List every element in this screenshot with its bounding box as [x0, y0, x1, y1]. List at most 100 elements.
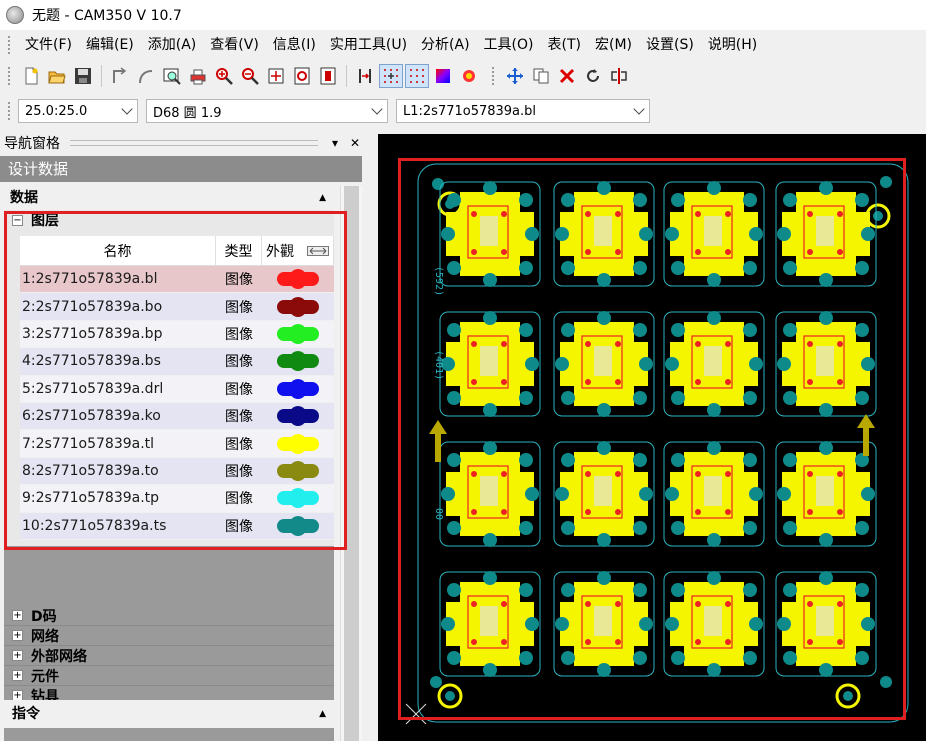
open-folder-icon[interactable] — [45, 64, 69, 88]
layer-select[interactable]: L1:2s771o57839a.bl — [396, 99, 650, 123]
layer-look-cell[interactable] — [262, 348, 334, 374]
layer-row[interactable]: 10:2s771o57839a.ts 图像 — [20, 512, 334, 540]
pin-dropdown-icon[interactable]: ▾ — [328, 136, 342, 150]
menu-utilities[interactable]: 实用工具(U) — [323, 32, 414, 58]
combobar-grip-icon[interactable] — [8, 102, 12, 120]
dcodes-node[interactable]: + D码 — [4, 606, 334, 626]
zoom-in-icon[interactable] — [212, 64, 236, 88]
layer-look-cell[interactable] — [262, 376, 334, 402]
print-icon[interactable] — [186, 64, 210, 88]
commands-section-header[interactable]: 指令 ▲ — [4, 700, 334, 728]
layer-row[interactable]: 7:2s771o57839a.tl 图像 — [20, 430, 334, 458]
layer-color-swatch[interactable] — [277, 515, 319, 536]
scrollbar-thumb[interactable] — [344, 186, 359, 741]
redraw-icon[interactable] — [290, 64, 314, 88]
layer-look-cell[interactable] — [262, 403, 334, 429]
menu-analysis[interactable]: 分析(A) — [414, 32, 477, 58]
nets-node[interactable]: + 网络 — [4, 626, 334, 646]
layer-look-cell[interactable] — [262, 321, 334, 347]
layer-row[interactable]: 5:2s771o57839a.drl 图像 — [20, 375, 334, 403]
layer-look-cell[interactable] — [262, 293, 334, 319]
layers-node[interactable]: − 图层 — [4, 210, 334, 230]
layer-row[interactable]: 8:2s771o57839a.to 图像 — [20, 457, 334, 486]
undo-icon[interactable] — [108, 64, 132, 88]
unit-pad — [447, 651, 461, 665]
layer-color-swatch[interactable] — [277, 269, 319, 290]
layer-look-cell[interactable] — [262, 513, 334, 539]
column-look-header[interactable]: 外觀 — [262, 236, 334, 265]
column-type-header[interactable]: 类型 — [216, 236, 262, 265]
zoom-window-icon[interactable] — [160, 64, 184, 88]
app-logo-icon — [6, 6, 24, 24]
toolbar-grip-icon[interactable] — [8, 67, 12, 85]
expand-plus-icon[interactable]: + — [12, 650, 23, 661]
layer-row[interactable]: 4:2s771o57839a.bs 图像 — [20, 348, 334, 376]
layer-color-swatch[interactable] — [277, 351, 319, 372]
flash-icon[interactable] — [457, 64, 481, 88]
grid-dots-icon[interactable] — [405, 64, 429, 88]
collapse-up-icon[interactable]: ▲ — [319, 700, 326, 728]
menubar-grip-icon[interactable] — [8, 36, 12, 54]
rotate-icon[interactable] — [581, 64, 605, 88]
pane-drag-grip[interactable] — [70, 140, 318, 146]
layer-color-swatch[interactable] — [277, 460, 319, 481]
menu-file[interactable]: 文件(F) — [18, 32, 79, 58]
menu-settings[interactable]: 设置(S) — [639, 32, 701, 58]
layer-row[interactable]: 2:2s771o57839a.bo 图像 — [20, 293, 334, 321]
dcode-select[interactable]: D68 圆 1.9 — [146, 99, 388, 123]
copy-icon[interactable] — [529, 64, 553, 88]
layer-color-swatch[interactable] — [277, 433, 319, 454]
data-section-header[interactable]: 数据 ▲ — [4, 186, 334, 210]
mirror-icon[interactable] — [607, 64, 631, 88]
layer-look-cell[interactable] — [262, 458, 334, 484]
menu-macro[interactable]: 宏(M) — [588, 32, 639, 58]
menu-edit[interactable]: 编辑(E) — [79, 32, 141, 58]
layer-row[interactable]: 3:2s771o57839a.bp 图像 — [20, 320, 334, 349]
unit-via — [807, 639, 813, 645]
layer-color-swatch[interactable] — [277, 378, 319, 399]
collapse-up-icon[interactable]: ▲ — [319, 186, 326, 210]
navigation-scrollbar[interactable] — [340, 186, 362, 741]
layer-look-cell[interactable] — [262, 430, 334, 456]
expand-plus-icon[interactable]: + — [12, 670, 23, 681]
external-nets-node[interactable]: + 外部网络 — [4, 646, 334, 666]
redo-icon[interactable] — [134, 64, 158, 88]
menu-info[interactable]: 信息(I) — [266, 32, 323, 58]
layer-look-cell[interactable] — [262, 266, 334, 292]
layer-row[interactable]: 1:2s771o57839a.bl 图像 — [20, 266, 334, 294]
layer-icon[interactable] — [316, 64, 340, 88]
layer-row[interactable]: 9:2s771o57839a.tp 图像 — [20, 485, 334, 513]
move-icon[interactable] — [503, 64, 527, 88]
new-file-icon[interactable] — [19, 64, 43, 88]
unit-via — [695, 601, 701, 607]
unit-via — [807, 249, 813, 255]
layer-look-cell[interactable] — [262, 485, 334, 511]
grid-snap-icon[interactable] — [353, 64, 377, 88]
zoom-all-icon[interactable] — [264, 64, 288, 88]
grid-icon[interactable] — [379, 64, 403, 88]
layer-color-swatch[interactable] — [277, 296, 319, 317]
delete-icon[interactable] — [555, 64, 579, 88]
grid-size-select[interactable]: 25.0:25.0 — [18, 99, 138, 123]
collapse-minus-icon[interactable]: − — [12, 214, 23, 226]
pcb-canvas[interactable]: (592) (401) 00 — [378, 134, 926, 741]
menu-add[interactable]: 添加(A) — [141, 32, 204, 58]
save-icon[interactable] — [71, 64, 95, 88]
expand-plus-icon[interactable]: + — [12, 610, 23, 621]
zoom-out-icon[interactable] — [238, 64, 262, 88]
layer-color-swatch[interactable] — [277, 406, 319, 427]
close-icon[interactable]: ✕ — [348, 136, 362, 150]
expand-plus-icon[interactable]: + — [12, 630, 23, 641]
menu-tables[interactable]: 表(T) — [541, 32, 588, 58]
menu-tools[interactable]: 工具(O) — [477, 32, 541, 58]
toolbar2-grip-icon[interactable] — [492, 67, 496, 85]
menu-help[interactable]: 说明(H) — [701, 32, 764, 58]
color-icon[interactable] — [431, 64, 455, 88]
layer-color-swatch[interactable] — [277, 488, 319, 509]
layer-row[interactable]: 6:2s771o57839a.ko 图像 — [20, 402, 334, 431]
components-node[interactable]: + 元件 — [4, 666, 334, 686]
layer-color-swatch[interactable] — [277, 323, 319, 344]
menu-view[interactable]: 查看(V) — [203, 32, 266, 58]
layers-section: − 图层 名称 类型 外觀 1:2s771o57839a.bl 图像 2:2s771… — [4, 210, 334, 546]
column-name-header[interactable]: 名称 — [20, 236, 216, 265]
